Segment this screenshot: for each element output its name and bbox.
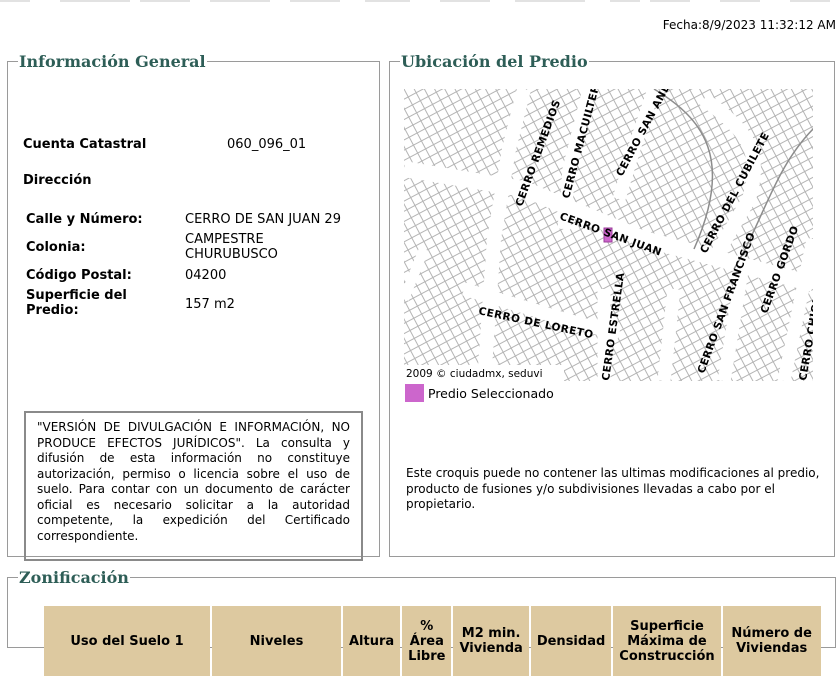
calle-label: Calle y Número: xyxy=(26,212,143,227)
colonia-value: CAMPESTRE CHURUBUSCO xyxy=(185,232,278,262)
zoning-table: Uso del Suelo 1 Niveles Altura % Área Li… xyxy=(42,604,823,678)
legal-disclaimer: "VERSIÓN DE DIVULGACIÓN E INFORMACIÓN, N… xyxy=(24,411,363,561)
cuenta-catastral-value: 060_096_01 xyxy=(227,137,307,152)
general-info-title: Información General xyxy=(19,52,206,71)
zoning-header-m2-vivienda: M2 min. Vivienda xyxy=(453,606,529,676)
zoning-title: Zonificación xyxy=(19,568,129,587)
map-disclaimer: Este croquis puede no contener las ultim… xyxy=(406,466,820,511)
cuenta-catastral-label: Cuenta Catastral xyxy=(23,137,147,152)
location-title: Ubicación del Predio xyxy=(401,52,588,71)
zoning-header-niveles: Niveles xyxy=(212,606,341,676)
top-border xyxy=(0,0,840,3)
colonia-label: Colonia: xyxy=(26,240,86,255)
report-date: Fecha:8/9/2023 11:32:12 AM xyxy=(662,18,836,32)
calle-value: CERRO DE SAN JUAN 29 xyxy=(185,212,341,227)
zoning-header-superficie-max: Superficie Máxima de Construcción xyxy=(613,606,721,676)
direccion-label: Dirección xyxy=(23,173,92,188)
street-map: CERRO REMEDIOS CERRO MACUILTEPEC CERRO S… xyxy=(404,89,813,381)
codigo-postal-value: 04200 xyxy=(185,268,227,283)
zoning-header-altura: Altura xyxy=(343,606,401,676)
superficie-value: 157 m2 xyxy=(185,297,235,312)
superficie-label: Superficie del Predio: xyxy=(26,288,127,318)
location-panel: Ubicación del Predio CERRO REMEDIOS CERR… xyxy=(389,52,835,557)
codigo-postal-label: Código Postal: xyxy=(26,268,132,283)
selected-parcel-swatch xyxy=(405,384,424,402)
zoning-header-densidad: Densidad xyxy=(530,606,612,676)
zoning-header-uso: Uso del Suelo 1 xyxy=(44,606,210,676)
zoning-panel: Zonificación Uso del Suelo 1 Niveles Alt… xyxy=(7,568,836,676)
zoning-header-num-viviendas: Número de Viviendas xyxy=(722,606,821,676)
location-map[interactable]: CERRO REMEDIOS CERRO MACUILTEPEC CERRO S… xyxy=(404,89,813,381)
zoning-header-area-libre: % Área Libre xyxy=(402,606,452,676)
map-credit: 2009 © ciudadmx, seduvi xyxy=(406,368,543,380)
general-info-panel: Información General Cuenta Catastral 060… xyxy=(7,52,380,561)
selected-parcel-label: Predio Seleccionado xyxy=(428,386,554,401)
